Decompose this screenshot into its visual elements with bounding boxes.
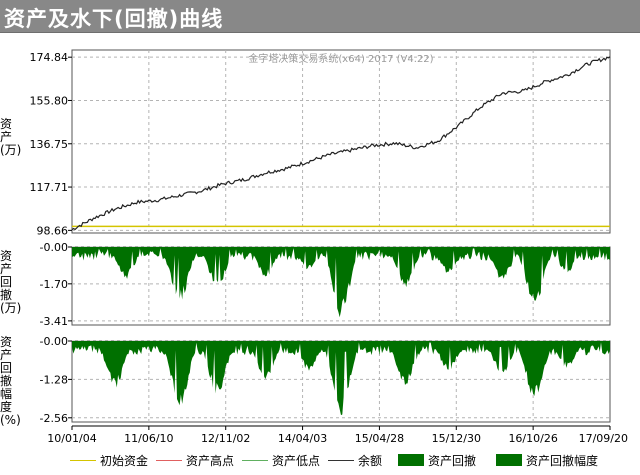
xtick-label: 16/10/26	[508, 432, 557, 445]
window-titlebar: 资产及水下(回撤)曲线	[0, 0, 640, 33]
legend-item: 余额	[328, 452, 382, 469]
legend-item: 资产回撤幅度	[496, 452, 598, 469]
panel1-ylabel: 资产(万)	[0, 117, 22, 157]
legend-item: 资产低点	[242, 452, 320, 469]
xtick-label: 14/04/03	[278, 432, 327, 445]
ytick-label: -0.00	[40, 241, 68, 254]
xtick-label: 10/01/04	[47, 432, 96, 445]
legend-item: 资产回撤	[398, 452, 476, 469]
xtick-label: 12/11/02	[201, 432, 250, 445]
ytick-label: 174.84	[30, 51, 69, 64]
ytick-label: -0.00	[40, 335, 68, 348]
ytick-label: -1.28	[40, 373, 68, 386]
legend-swatch	[496, 454, 522, 466]
legend-label: 余额	[358, 454, 383, 468]
legend-item: 资产高点	[156, 452, 234, 469]
legend-swatch	[70, 460, 96, 461]
ytick-label: 117.71	[30, 181, 69, 194]
main-panel-frame	[71, 49, 611, 234]
xtick-label: 15/04/28	[355, 432, 404, 445]
xtick-label: 15/12/30	[432, 432, 481, 445]
legend-label: 资产低点	[272, 454, 321, 468]
legend-label: 初始资金	[100, 454, 149, 468]
xtick-label: 11/06/10	[124, 432, 173, 445]
ytick-label: 98.66	[37, 224, 69, 237]
xtick-label: 17/09/20	[579, 432, 628, 445]
legend-swatch	[156, 460, 182, 461]
legend-item: 初始资金	[70, 452, 148, 469]
chart-svg: 174.84 155.80 136.75 117.71 98.66 金字塔决策交易系统(x…	[30, 49, 628, 445]
legend-label: 资产回撤幅度	[526, 454, 599, 468]
ytick-label: 136.75	[30, 138, 69, 151]
ytick-label: -1.70	[40, 278, 68, 291]
legend-label: 资产高点	[186, 454, 235, 468]
panel2-ylabel: 资产回撤(万)	[0, 249, 22, 315]
legend-swatch	[328, 460, 354, 461]
window-title: 资产及水下(回撤)曲线	[4, 7, 224, 31]
legend-label: 资产回撤	[428, 454, 477, 468]
legend-swatch	[242, 460, 268, 461]
legend-swatch	[398, 454, 424, 466]
ytick-label: -3.41	[40, 315, 68, 328]
panel3-ylabel: 资产回撤幅度(%)	[0, 335, 21, 427]
chart-subtitle: 金字塔决策交易系统(x64) 2017 (V4.22)	[248, 52, 433, 65]
ytick-label: -2.56	[40, 412, 68, 425]
ytick-label: 155.80	[30, 94, 69, 107]
